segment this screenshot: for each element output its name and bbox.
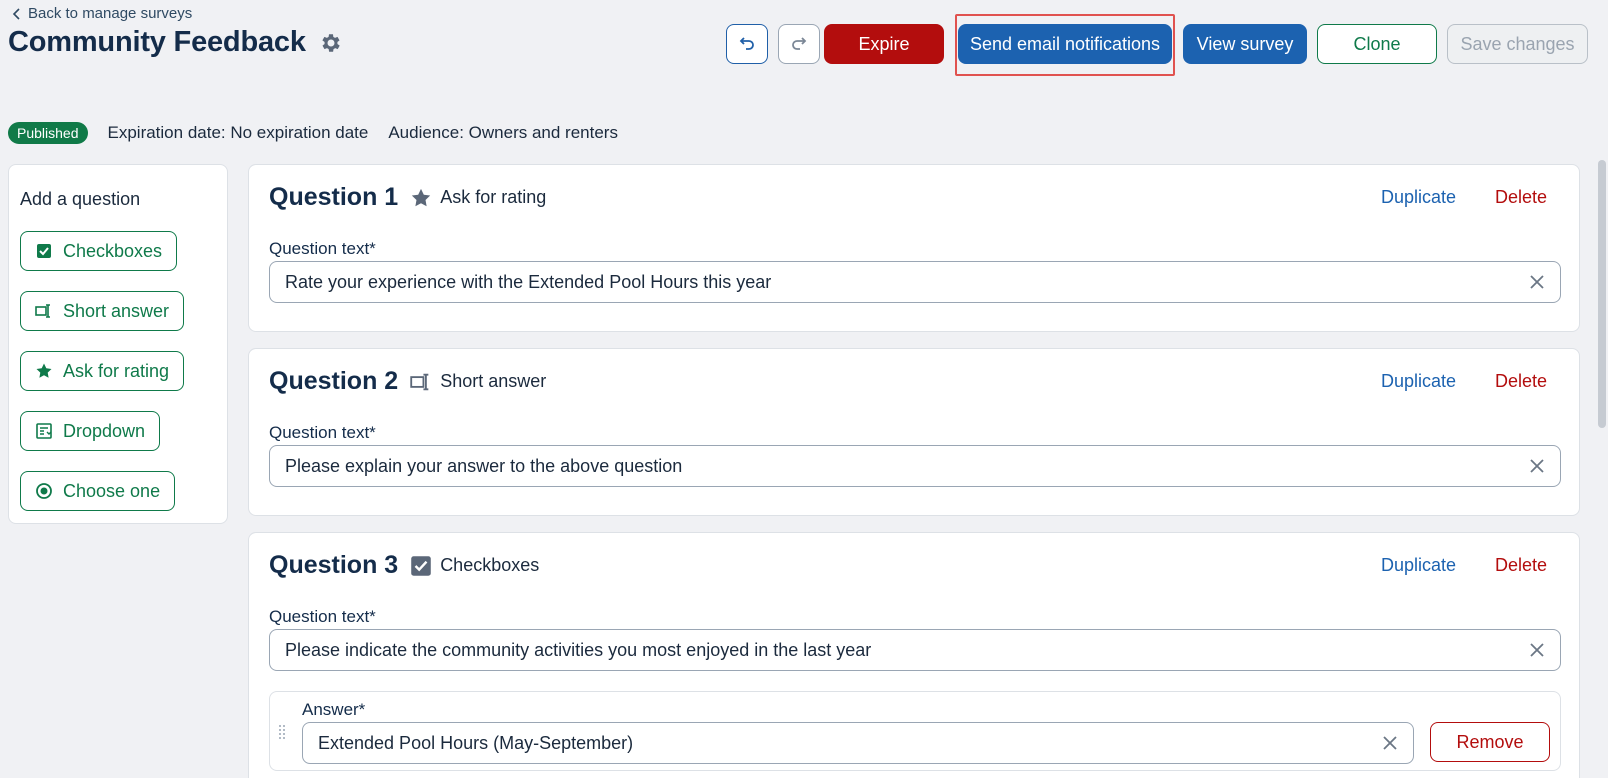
question-card-2: Question 2 Short answer Duplicate Delete… — [248, 348, 1580, 516]
remove-answer-button[interactable]: Remove — [1430, 722, 1550, 762]
answer-row: Answer* Extended Pool Hours (May-Septemb… — [269, 691, 1561, 771]
question-title: Question 2 — [269, 367, 399, 395]
add-dropdown-button[interactable]: Dropdown — [20, 411, 161, 451]
gear-icon[interactable] — [318, 31, 342, 55]
page-title: Community Feedback — [8, 26, 306, 58]
checkbox-icon — [37, 244, 51, 258]
star-icon — [412, 188, 431, 206]
expire-button[interactable]: Expire — [824, 24, 944, 64]
clone-button[interactable]: Clone — [1317, 24, 1437, 64]
add-checkboxes-label: Checkboxes — [63, 240, 163, 261]
delete-button[interactable]: Delete — [1495, 187, 1547, 208]
add-dropdown-label: Dropdown — [63, 420, 146, 441]
back-link-label: Back to manage surveys — [28, 5, 193, 22]
question-type-label: Ask for rating — [440, 187, 547, 207]
clear-icon[interactable] — [1529, 274, 1545, 290]
save-changes-button[interactable]: Save changes — [1447, 24, 1588, 64]
question-card-3: Question 3 Checkboxes Duplicate Delete Q… — [248, 532, 1580, 778]
question-text-label: Question text* — [269, 607, 376, 626]
question-header: Question 1 Ask for rating — [269, 183, 546, 212]
add-choose-one-button[interactable]: Choose one — [20, 471, 176, 511]
answer-input[interactable]: Extended Pool Hours (May-September) — [302, 722, 1414, 764]
redo-icon — [792, 37, 807, 50]
question-type: Ask for rating — [410, 187, 546, 209]
question-header: Question 2 Short answer — [269, 367, 546, 396]
add-rating-label: Ask for rating — [63, 360, 170, 381]
audience: Audience: Owners and renters — [388, 123, 618, 142]
add-rating-button[interactable]: Ask for rating — [20, 351, 185, 391]
question-title: Question 3 — [269, 551, 399, 579]
back-link[interactable]: Back to manage surveys — [12, 5, 192, 22]
text-cursor-icon — [410, 373, 429, 390]
answer-value: Extended Pool Hours (May-September) — [318, 732, 634, 753]
question-text-input[interactable]: Rate your experience with the Extended P… — [269, 261, 1561, 303]
checkbox-icon — [411, 555, 431, 576]
dropdown-icon — [36, 423, 52, 439]
delete-button[interactable]: Delete — [1495, 371, 1547, 392]
text-cursor-icon — [35, 304, 50, 318]
question-text-input[interactable]: Please indicate the community activities… — [269, 629, 1561, 671]
add-choose-one-label: Choose one — [63, 480, 161, 501]
expiration-date: Expiration date: No expiration date — [107, 123, 369, 142]
question-text-label: Question text* — [269, 239, 376, 258]
question-type-label: Short answer — [440, 371, 547, 391]
scrollbar[interactable] — [1598, 160, 1606, 428]
radio-icon — [36, 483, 52, 499]
highlight-box — [955, 14, 1175, 76]
add-short-answer-button[interactable]: Short answer — [20, 291, 185, 331]
question-type: Short answer — [410, 371, 546, 393]
add-checkboxes-button[interactable]: Checkboxes — [20, 231, 178, 271]
view-survey-button[interactable]: View survey — [1183, 24, 1307, 64]
title-row: Community Feedback — [8, 26, 342, 59]
add-question-title: Add a question — [20, 189, 141, 209]
question-type-label: Checkboxes — [440, 555, 540, 575]
drag-handle-icon[interactable] — [278, 724, 286, 740]
clear-icon[interactable] — [1529, 458, 1545, 474]
add-question-panel: Add a question Checkboxes Short answer A… — [8, 164, 228, 524]
question-card-1: Question 1 Ask for rating Duplicate Dele… — [248, 164, 1580, 332]
question-text-value: Rate your experience with the Extended P… — [285, 271, 772, 292]
undo-icon — [739, 37, 754, 50]
question-title: Question 1 — [269, 183, 399, 211]
question-type: Checkboxes — [410, 555, 539, 577]
status-row: Published Expiration date: No expiration… — [8, 122, 638, 144]
question-text-input[interactable]: Please explain your answer to the above … — [269, 445, 1561, 487]
duplicate-button[interactable]: Duplicate — [1381, 371, 1456, 392]
question-text-label: Question text* — [269, 423, 376, 442]
duplicate-button[interactable]: Duplicate — [1381, 187, 1456, 208]
clear-icon[interactable] — [1382, 735, 1398, 751]
answer-label: Answer* — [302, 700, 366, 719]
delete-button[interactable]: Delete — [1495, 555, 1547, 576]
add-short-answer-label: Short answer — [63, 300, 170, 321]
redo-button[interactable] — [778, 24, 820, 64]
undo-button[interactable] — [726, 24, 768, 64]
duplicate-button[interactable]: Duplicate — [1381, 555, 1456, 576]
clear-icon[interactable] — [1529, 642, 1545, 658]
question-header: Question 3 Checkboxes — [269, 551, 539, 580]
question-text-value: Please indicate the community activities… — [285, 639, 872, 660]
status-badge: Published — [8, 122, 88, 144]
star-icon — [36, 363, 52, 378]
chevron-left-icon — [12, 7, 20, 20]
question-text-value: Please explain your answer to the above … — [285, 455, 683, 476]
